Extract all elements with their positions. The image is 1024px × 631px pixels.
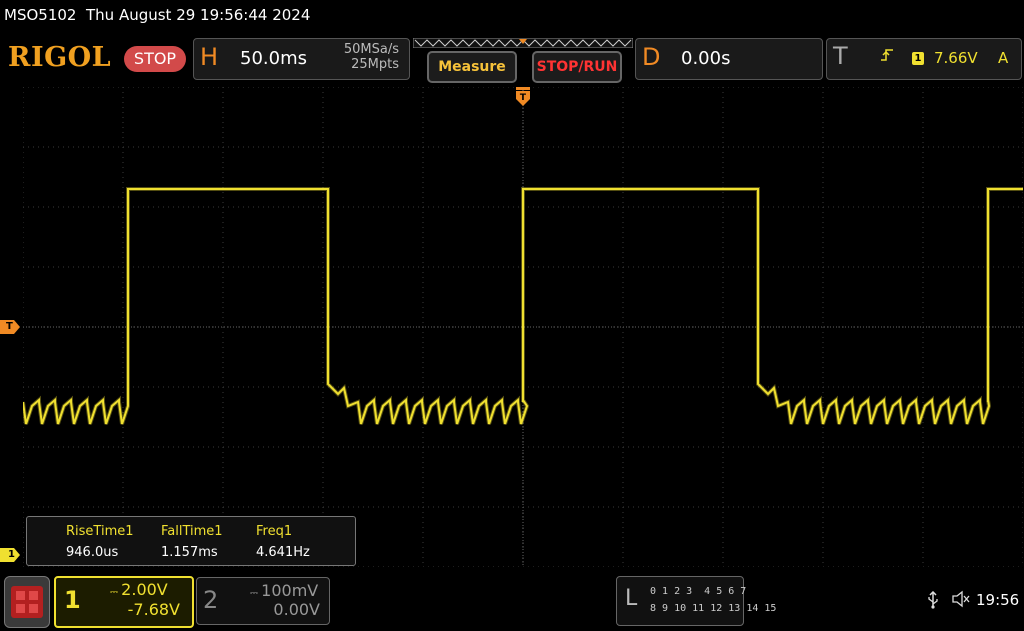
channel2-offset: 0.00V <box>273 600 320 619</box>
usb-icon <box>928 591 938 609</box>
trigger-source-badge: 1 <box>912 52 924 65</box>
measurement-value: 4.641Hz <box>256 545 310 560</box>
trigger-mode: A <box>998 49 1009 67</box>
model-name: MSO5102 <box>4 6 77 24</box>
trigger-letter: T <box>833 42 848 70</box>
logic-row-1: 0 1 2 3 4 5 6 7 <box>650 586 747 597</box>
channel2-scale: ⎓ 100mV <box>250 581 318 600</box>
horizontal-letter: H <box>200 43 219 71</box>
measurement-name: RiseTime1 <box>66 524 134 539</box>
logic-letter: L <box>625 586 638 611</box>
rigol-logo: RIGOL <box>8 42 112 73</box>
channel1-scale-value: 2.00V <box>121 580 168 599</box>
ch1-ground-marker[interactable]: 1 <box>0 548 20 562</box>
dc-coupling-icon: ⎓ <box>110 587 122 598</box>
delay-letter: D <box>642 43 661 71</box>
measurement-panel[interactable]: RiseTime1 946.0us FallTime1 1.157ms Freq… <box>26 516 356 566</box>
measurement-name: Freq1 <box>256 524 293 539</box>
trigger-level-marker[interactable]: T <box>0 320 20 334</box>
rising-edge-icon <box>881 49 893 61</box>
logic-row-2: 8 9 10 11 12 13 14 15 <box>650 603 777 614</box>
stop-run-button[interactable]: STOP/RUN <box>532 51 622 83</box>
run-state-badge: STOP <box>124 46 186 72</box>
measurement-value: 946.0us <box>66 545 119 560</box>
measure-button[interactable]: Measure <box>427 51 517 83</box>
trigger-level: 7.66V <box>934 49 978 67</box>
trigger-position-marker[interactable]: T <box>516 87 530 107</box>
channel1-number: 1 <box>64 586 81 614</box>
channel1-offset: -7.68V <box>127 600 180 619</box>
main-menu-button[interactable] <box>4 576 50 628</box>
acquisition-info: 50MSa/s 25Mpts <box>333 42 399 72</box>
waveform-display[interactable] <box>23 87 1023 567</box>
system-clock: 19:56 <box>976 591 1020 609</box>
trigger-panel[interactable] <box>826 38 1022 80</box>
memory-timeline[interactable] <box>413 38 633 48</box>
timebase-value: 50.0ms <box>240 48 307 69</box>
grid-menu-icon <box>11 586 43 618</box>
measurement-value: 1.157ms <box>161 545 218 560</box>
delay-value: 0.00s <box>681 48 731 69</box>
channel1-scale: ⎓ 2.00V <box>110 580 168 599</box>
channel2-number: 2 <box>203 586 219 614</box>
status-line: MSO5102 Thu August 29 19:56:44 2024 <box>4 6 310 24</box>
measurement-name: FallTime1 <box>161 524 223 539</box>
datetime: Thu August 29 19:56:44 2024 <box>86 6 311 24</box>
channel2-scale-value: 100mV <box>261 581 319 600</box>
sample-rate: 50MSa/s <box>343 42 399 57</box>
memory-depth: 25Mpts <box>351 57 399 72</box>
speaker-muted-icon[interactable] <box>951 590 971 608</box>
dc-coupling-icon: ⎓ <box>250 588 262 599</box>
svg-text:T: T <box>520 93 527 103</box>
